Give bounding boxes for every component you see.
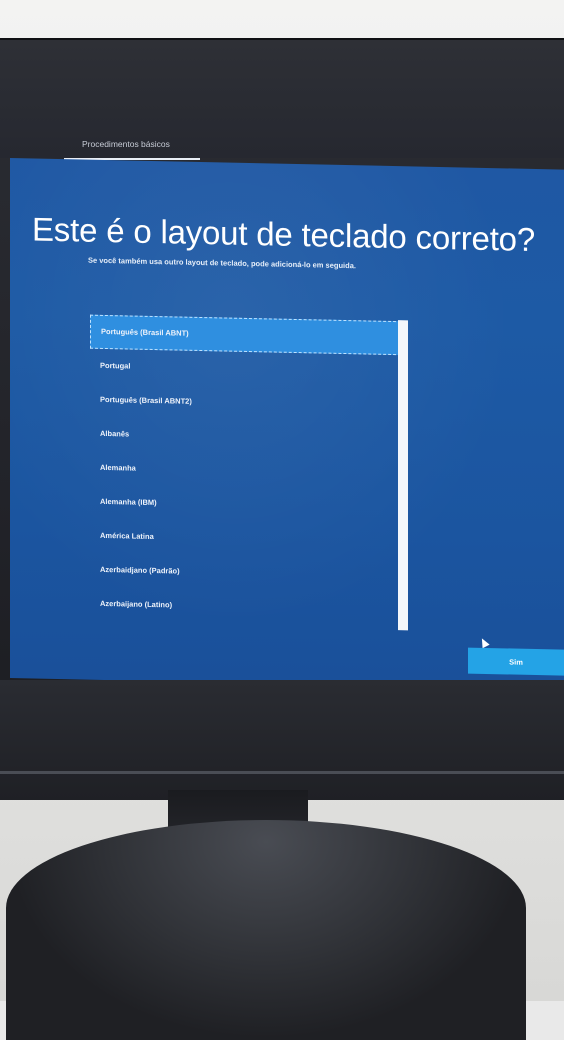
monitor-bottom-bezel <box>0 680 564 800</box>
monitor: Procedimentos básicos Este é o layout de… <box>0 38 564 800</box>
sim-button[interactable]: Sim <box>468 648 564 676</box>
tab-label: Procedimentos básicos <box>82 139 170 149</box>
monitor-stand-base <box>6 820 526 1040</box>
setup-screen: Este é o layout de teclado correto? Se v… <box>10 158 564 690</box>
monitor-top-area: Procedimentos básicos <box>0 40 564 158</box>
list-item-8[interactable]: Azerbaijano (Latino) <box>90 587 406 628</box>
list-scrollbar[interactable] <box>398 320 408 630</box>
monitor-frame-edge <box>0 771 564 774</box>
keyboard-layout-list[interactable]: Português (Brasil ABNT) Portugal Portugu… <box>90 315 406 632</box>
tab-procedimentos-basicos[interactable]: Procedimentos básicos <box>64 136 200 160</box>
